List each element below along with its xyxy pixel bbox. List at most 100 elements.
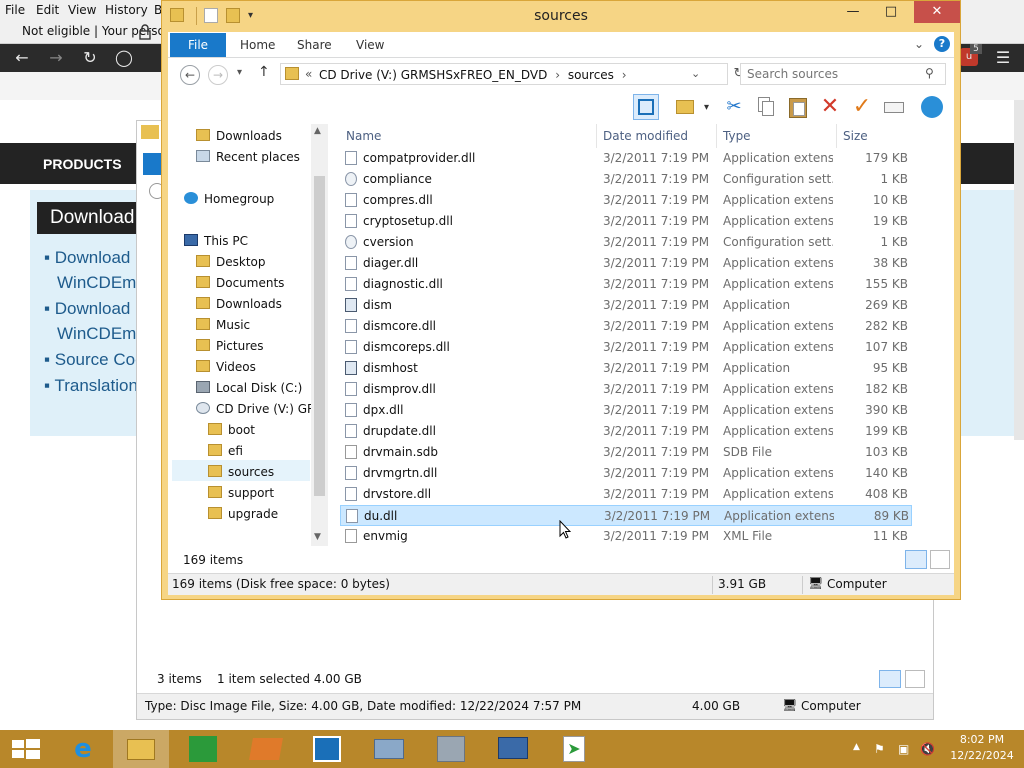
nav-item-recent-places[interactable]: Recent places	[196, 147, 300, 168]
products-link[interactable]: PRODUCTS	[43, 156, 122, 172]
scroll-down-icon[interactable]: ▼	[314, 532, 321, 542]
download-link-1-cont[interactable]: WinCDEmu	[57, 273, 146, 293]
translation-link[interactable]: ▪ Translation	[44, 376, 138, 396]
file-row[interactable]: diager.dll 3/2/2011 7:19 PM Application ex…	[340, 253, 912, 274]
details-view-icon[interactable]	[879, 670, 901, 688]
column-separator[interactable]	[716, 124, 717, 148]
column-header-type[interactable]: Type	[723, 129, 751, 143]
move-to-icon[interactable]	[673, 94, 699, 120]
delete-icon[interactable]: ✕	[817, 94, 843, 120]
menu-icon[interactable]: ☰	[992, 48, 1014, 68]
maximize-button[interactable]: □	[876, 1, 906, 23]
nav-item-local-disk-c[interactable]: Local Disk (C:)	[196, 378, 302, 399]
close-button[interactable]: ✕	[914, 1, 960, 23]
file-row[interactable]: compatprovider.dll 3/2/2011 7:19 PM Applic…	[340, 148, 912, 169]
file-explorer-button[interactable]	[113, 730, 169, 768]
taskbar-app-4[interactable]	[423, 730, 479, 768]
file-row[interactable]: dismcoreps.dll 3/2/2011 7:19 PM Applicatio…	[340, 337, 912, 358]
nav-scrollbar[interactable]: ▲ ▼	[311, 124, 328, 546]
file-row[interactable]: dismcore.dll 3/2/2011 7:19 PM Application …	[340, 316, 912, 337]
chevron-down-icon[interactable]: ▾	[704, 102, 709, 113]
browser-menu-history[interactable]: History	[105, 3, 148, 17]
search-icon[interactable]: ⚲	[925, 66, 934, 80]
globe-icon[interactable]	[919, 94, 945, 120]
nav-item-documents[interactable]: Documents	[196, 273, 284, 294]
browser-menu-view[interactable]: View	[68, 3, 96, 17]
volume-muted-icon[interactable]: 🔇	[920, 742, 935, 756]
file-row[interactable]: cryptosetup.dll 3/2/2011 7:19 PM Applicati…	[340, 211, 912, 232]
preview-pane-icon[interactable]	[633, 94, 659, 120]
address-bar[interactable]: « CD Drive (V:) GRMSHSxFREO_EN_DVD › sou…	[280, 63, 728, 85]
taskbar-app-2[interactable]	[299, 730, 355, 768]
browser-scrollbar[interactable]	[1014, 100, 1024, 440]
back-icon[interactable]: ←	[180, 65, 200, 85]
column-header-size[interactable]: Size	[843, 129, 868, 143]
ribbon-expand-icon[interactable]: ⌄	[914, 37, 924, 51]
copy-icon[interactable]	[753, 94, 779, 120]
address-crumb-folder[interactable]: sources	[568, 68, 614, 82]
file-row[interactable]: drupdate.dll 3/2/2011 7:19 PM Application …	[340, 421, 912, 442]
tab-home[interactable]: Home	[240, 38, 275, 52]
taskbar-app-1[interactable]	[237, 730, 293, 768]
file-row[interactable]: drvmgrtn.dll 3/2/2011 7:19 PM Application …	[340, 463, 912, 484]
nav-item-videos[interactable]: Videos	[196, 357, 256, 378]
browser-menu-edit[interactable]: Edit	[36, 3, 59, 17]
search-box[interactable]: ⚲	[740, 63, 946, 85]
forward-icon[interactable]: →	[208, 65, 228, 85]
column-header-name[interactable]: Name	[346, 129, 381, 143]
nav-item-cd-drive-v-grm[interactable]: CD Drive (V:) GRM	[196, 399, 326, 420]
help-icon[interactable]: ?	[934, 36, 950, 52]
tab-view[interactable]: View	[356, 38, 384, 52]
nav-item-downloads[interactable]: Downloads	[196, 294, 282, 315]
up-icon[interactable]: ↑	[258, 64, 270, 80]
file-row[interactable]: drvmain.sdb 3/2/2011 7:19 PM SDB File 103 K…	[340, 442, 912, 463]
address-overflow[interactable]: «	[305, 67, 312, 81]
source-code-link[interactable]: ▪ Source Coo	[44, 350, 145, 370]
nav-item-downloads[interactable]: Downloads	[196, 126, 282, 147]
flag-icon[interactable]: ⚑	[874, 742, 885, 756]
large-icons-view-icon[interactable]	[930, 550, 950, 569]
browser-tab-title[interactable]: Not eligible | Your persona	[22, 24, 180, 38]
nav-item-desktop[interactable]: Desktop	[196, 252, 266, 273]
column-separator[interactable]	[836, 124, 837, 148]
download-link-2-cont[interactable]: WinCDEmu	[57, 324, 146, 344]
taskbar-app-3[interactable]	[361, 730, 417, 768]
file-row[interactable]: du.dll 3/2/2011 7:19 PM Application extens…	[340, 505, 912, 526]
clock-date[interactable]: 12/22/2024	[942, 749, 1022, 762]
file-row[interactable]: dismprov.dll 3/2/2011 7:19 PM Application …	[340, 379, 912, 400]
file-row[interactable]: cversion 3/2/2011 7:19 PM Configuration se…	[340, 232, 912, 253]
shield-icon[interactable]: ◯	[113, 48, 135, 68]
file-row[interactable]: dism 3/2/2011 7:19 PM Application 269 KB	[340, 295, 912, 316]
checkmark-icon[interactable]: ✓	[849, 94, 875, 120]
column-separator[interactable]	[596, 124, 597, 148]
start-button[interactable]	[0, 730, 56, 768]
browser-menu-file[interactable]: File	[5, 3, 25, 17]
nav-item-sources[interactable]: sources	[208, 462, 274, 483]
file-row[interactable]: dismhost 3/2/2011 7:19 PM Application 95 KB	[340, 358, 912, 379]
recent-locations-icon[interactable]: ▾	[237, 67, 242, 78]
nav-item-pictures[interactable]: Pictures	[196, 336, 264, 357]
scroll-up-icon[interactable]: ▲	[314, 126, 321, 136]
network-icon[interactable]: ▣	[898, 742, 909, 756]
large-icons-view-icon[interactable]	[905, 670, 925, 688]
cut-icon[interactable]: ✂	[721, 94, 747, 120]
search-input[interactable]	[747, 66, 917, 82]
nav-item-efi[interactable]: efi	[208, 441, 243, 462]
file-row[interactable]: dpx.dll 3/2/2011 7:19 PM Application exten…	[340, 400, 912, 421]
show-hidden-icons-icon[interactable]: ▲	[853, 742, 860, 752]
nav-item-homegroup[interactable]: Homegroup	[184, 189, 274, 210]
rename-icon[interactable]	[881, 94, 907, 120]
column-header-date[interactable]: Date modified	[603, 129, 688, 143]
nav-item-this-pc[interactable]: This PC	[184, 231, 248, 252]
address-crumb-drive[interactable]: CD Drive (V:) GRMSHSxFREO_EN_DVD	[319, 68, 547, 82]
nav-scroll-thumb[interactable]	[314, 176, 325, 496]
clock-time[interactable]: 8:02 PM	[942, 733, 1022, 746]
download-link-1[interactable]: ▪ Download	[44, 248, 130, 268]
tab-share[interactable]: Share	[297, 38, 332, 52]
internet-explorer-button[interactable]: e	[56, 730, 112, 768]
reload-icon[interactable]: ↻	[79, 48, 101, 68]
minimize-button[interactable]: —	[838, 1, 868, 23]
file-row[interactable]: compliance 3/2/2011 7:19 PM Configuration …	[340, 169, 912, 190]
title-bar[interactable]: ▾ sources — □ ✕	[162, 1, 960, 31]
nav-item-support[interactable]: support	[208, 483, 274, 504]
